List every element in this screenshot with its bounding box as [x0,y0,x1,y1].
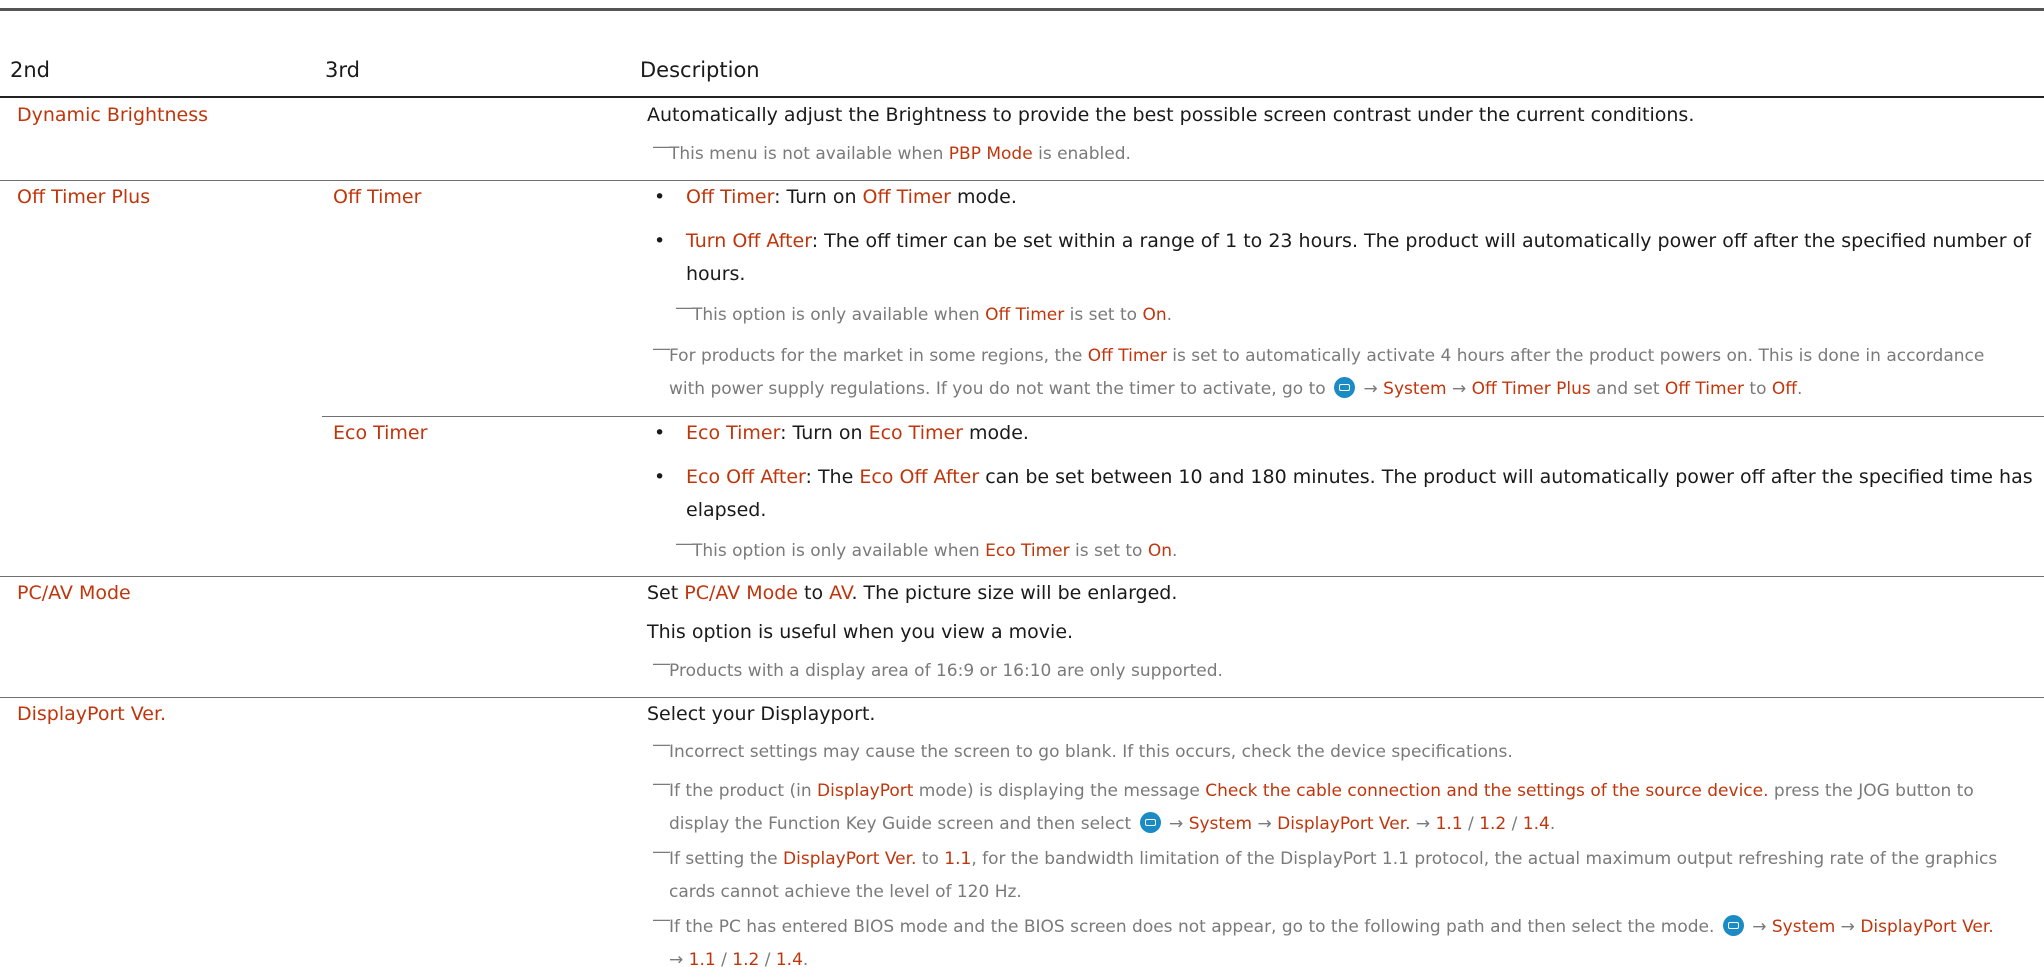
header-rule [0,96,2044,98]
pbp-mode-term: PBP Mode [948,144,1033,164]
dynamic-brightness-note: ― This menu is not available when PBP Mod… [653,137,1131,171]
off-timer-region-note: ― For products for the market in some reg… [653,339,1984,406]
note-mark: ― [653,339,670,359]
eco-timer-label: Eco Timer [333,422,428,444]
displayport-ver-desc: Select your Displayport. [647,703,876,725]
dynamic-brightness-desc: Automatically adjust the Brightness to p… [647,104,1695,126]
eco-off-after-bullet: • Eco Off After: The Eco Off After can be… [654,461,2033,527]
off-timer-note: ― This option is only available when Off … [676,298,1172,332]
pc-av-mode-note: ― Products with a display area of 16:9 or… [653,654,1223,688]
bullet-dot: • [654,186,666,208]
bullet-dot: • [654,230,666,252]
displayport-note-blank: ― Incorrect settings may cause the screen… [653,735,1513,769]
header-2nd: 2nd [10,58,51,82]
displayport-note-message: ― If the product (in DisplayPort mode) is… [653,774,1974,841]
note-mark: ― [676,298,693,318]
pc-av-mode-desc-2: This option is useful when you view a mo… [647,621,1074,643]
menu-icon [1334,377,1356,398]
row-divider [0,180,2044,181]
off-timer-bullet: • Off Timer: Turn on Off Timer mode. [654,181,1017,214]
displayport-ver-label: DisplayPort Ver. [17,703,167,725]
row-divider [0,697,2044,698]
note-mark: ― [653,735,670,755]
eco-timer-bullet: • Eco Timer: Turn on Eco Timer mode. [654,417,1029,450]
off-timer-plus-label: Off Timer Plus [17,186,151,208]
header-description: Description [640,58,760,82]
header-3rd: 3rd [325,58,360,82]
note-mark: ― [653,137,670,157]
displayport-note-bandwidth: ― If setting the DisplayPort Ver. to 1.1,… [653,842,1997,909]
menu-icon [1139,812,1161,833]
eco-timer-note: ― This option is only available when Eco … [676,534,1177,568]
pc-av-mode-desc: Set PC/AV Mode to AV. The picture size w… [647,582,1178,604]
dynamic-brightness-label: Dynamic Brightness [17,104,209,126]
top-rule [0,8,2044,11]
note-mark: ― [653,774,670,794]
note-mark: ― [653,842,670,862]
sub-row-divider [322,416,2044,417]
menu-icon [1722,915,1744,936]
note-mark: ― [653,910,670,930]
bullet-dot: • [654,422,666,444]
note-mark: ― [653,654,670,674]
displayport-note-bios: ― If the PC has entered BIOS mode and the… [653,910,1994,977]
pc-av-mode-label: PC/AV Mode [17,582,131,604]
note-mark: ― [676,534,693,554]
bullet-dot: • [654,466,666,488]
off-timer-label: Off Timer [333,186,422,208]
turn-off-after-bullet: • Turn Off After: The off timer can be se… [654,225,2031,291]
